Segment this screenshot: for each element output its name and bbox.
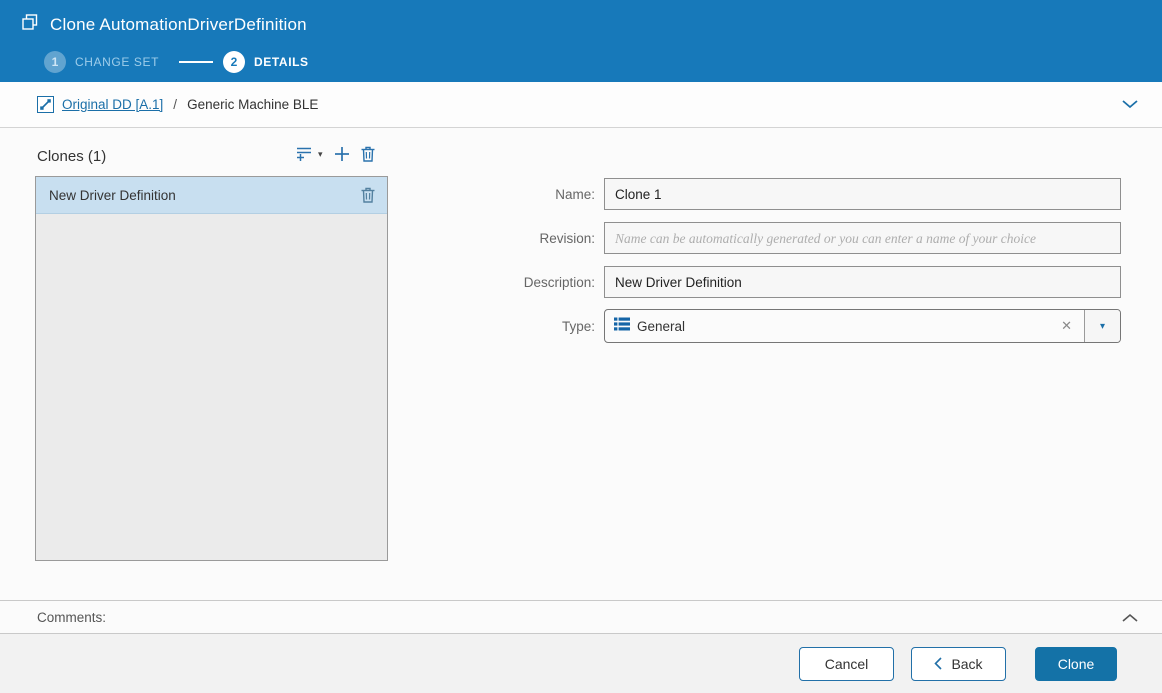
details-form: Name: Revision: Description: Type: [0, 178, 1130, 354]
step-connector [179, 61, 214, 63]
dropdown-caret-icon: ▾ [1099, 320, 1106, 332]
clone-dialog: Clone AutomationDriverDefinition 1 CHANG… [0, 0, 1162, 693]
step-2-label: DETAILS [254, 55, 309, 69]
revision-field[interactable] [604, 222, 1121, 254]
title-row: Clone AutomationDriverDefinition [0, 0, 1162, 37]
name-label: Name: [555, 186, 595, 202]
add-multiple-button[interactable]: ▾ [296, 146, 323, 162]
description-field[interactable] [604, 266, 1121, 298]
step-1-label: CHANGE SET [75, 55, 160, 69]
back-button-label: Back [951, 655, 983, 672]
type-row: Type: General ✕ ▾ [0, 309, 1130, 343]
dialog-title: Clone AutomationDriverDefinition [50, 15, 307, 34]
step-indicator: 1 CHANGE SET 2 DETAILS [44, 51, 1162, 73]
step-details[interactable]: 2 DETAILS [223, 51, 309, 73]
comments-section[interactable]: Comments: [0, 600, 1162, 634]
breadcrumb-current: Generic Machine BLE [187, 97, 319, 112]
revision-label: Revision: [539, 230, 595, 246]
description-row: Description: [0, 266, 1130, 298]
clones-panel-title: Clones (1) [37, 148, 107, 165]
clones-toolbar: ▾ [296, 146, 392, 162]
clone-button[interactable]: Clone [1035, 646, 1117, 681]
chevron-down-icon[interactable] [1122, 100, 1138, 109]
chevron-up-icon[interactable] [1122, 613, 1138, 622]
add-multiple-caret-icon: ▾ [318, 148, 323, 159]
list-type-icon [614, 317, 630, 336]
back-button[interactable]: Back [911, 646, 1006, 681]
type-combobox[interactable]: General ✕ ▾ [604, 309, 1121, 343]
cancel-button[interactable]: Cancel [799, 646, 894, 681]
description-label: Description: [523, 274, 595, 290]
delete-clone-button[interactable] [361, 146, 375, 162]
breadcrumb: Original DD [A.1] / Generic Machine BLE [0, 82, 1162, 128]
clear-icon[interactable]: ✕ [1057, 316, 1076, 336]
clone-icon [21, 13, 40, 37]
name-field[interactable] [604, 178, 1121, 210]
comments-label: Comments: [37, 609, 107, 625]
step-2-circle: 2 [223, 51, 246, 73]
revision-row: Revision: [0, 222, 1130, 254]
type-value: General [637, 318, 686, 334]
type-dropdown-button[interactable]: ▾ [1084, 310, 1120, 342]
dialog-header: Clone AutomationDriverDefinition 1 CHANG… [0, 0, 1162, 82]
related-item-icon [37, 96, 54, 113]
type-value-area: General ✕ [605, 310, 1084, 342]
name-row: Name: [0, 178, 1130, 210]
breadcrumb-link[interactable]: Original DD [A.1] [62, 97, 163, 112]
dialog-footer: Cancel Back Clone [0, 634, 1162, 693]
add-clone-button[interactable] [334, 146, 350, 162]
breadcrumb-separator: / [173, 97, 178, 112]
step-change-set[interactable]: 1 CHANGE SET [44, 51, 159, 73]
type-label: Type: [561, 318, 595, 334]
chevron-left-icon [934, 657, 943, 670]
step-1-circle: 1 [44, 51, 66, 73]
